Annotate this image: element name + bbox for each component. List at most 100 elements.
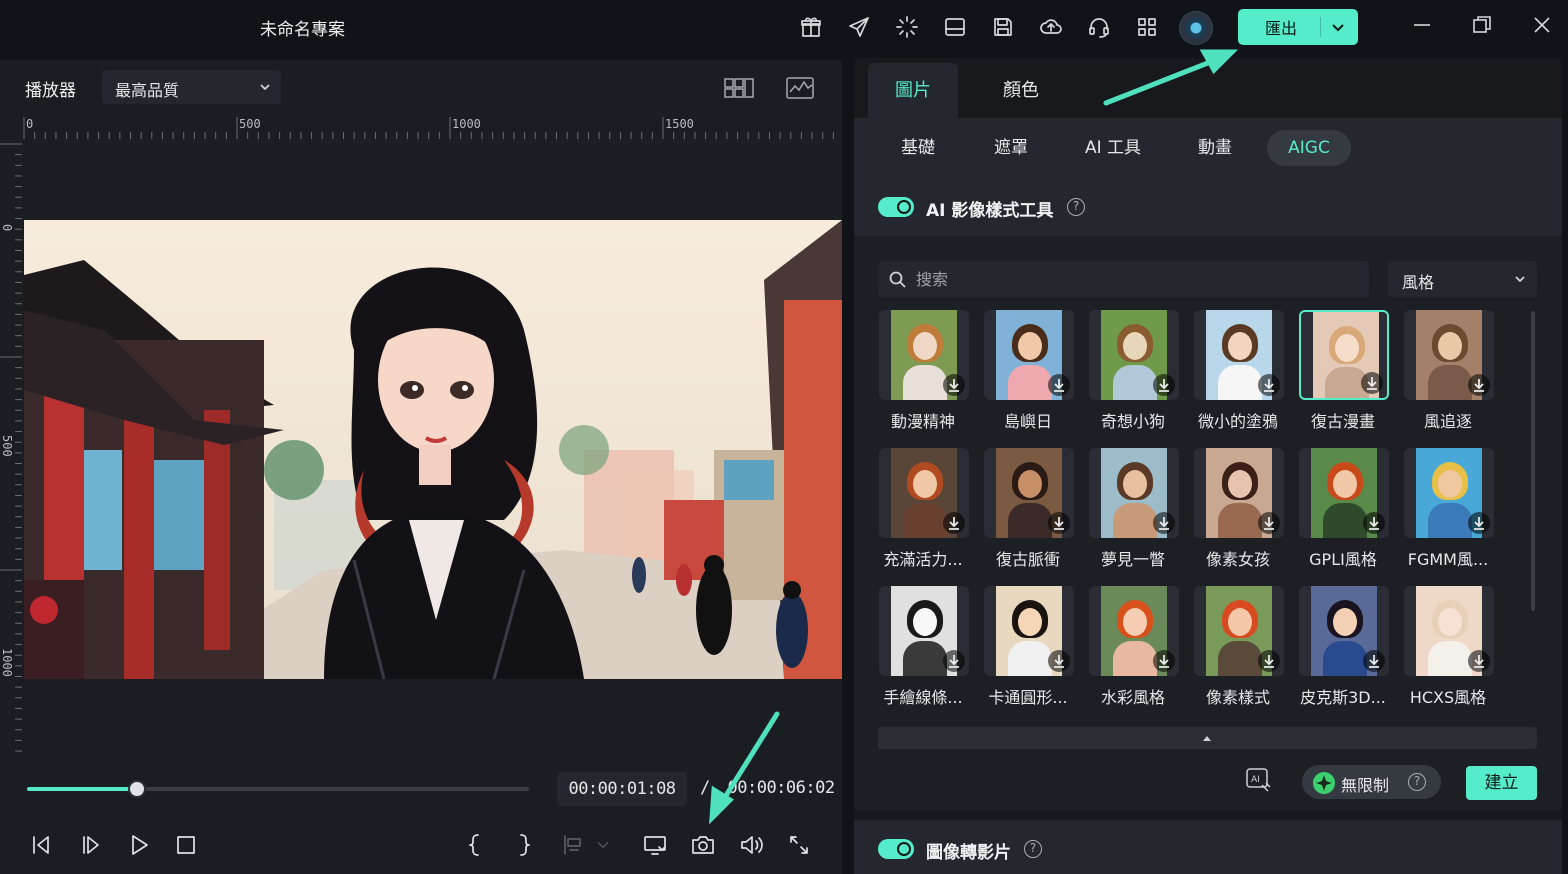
download-icon[interactable] bbox=[1361, 372, 1383, 394]
apps-grid-icon[interactable] bbox=[1134, 14, 1160, 40]
style-thumbnail bbox=[1404, 310, 1494, 400]
style-card[interactable]: 動漫精神 bbox=[878, 310, 983, 434]
current-time[interactable]: 00:00:01:08 bbox=[557, 772, 687, 806]
style-filter-select[interactable]: 風格 bbox=[1388, 261, 1537, 297]
play-icon[interactable] bbox=[124, 830, 154, 860]
display-settings-icon[interactable] bbox=[640, 830, 670, 860]
subtab-mask[interactable]: 遮罩 bbox=[985, 130, 1037, 166]
help-icon[interactable]: ? bbox=[1067, 198, 1085, 216]
quality-select[interactable]: 最高品質 bbox=[102, 70, 281, 104]
style-card[interactable]: 卡通圓形... bbox=[983, 586, 1088, 710]
cloud-upload-icon[interactable] bbox=[1038, 14, 1064, 40]
style-label: 像素女孩 bbox=[1205, 550, 1270, 569]
chevron-down-icon[interactable] bbox=[1329, 18, 1347, 36]
save-icon[interactable] bbox=[990, 14, 1016, 40]
download-icon[interactable] bbox=[943, 650, 965, 672]
style-thumbnail bbox=[1299, 586, 1389, 676]
style-thumbnail bbox=[1194, 310, 1284, 400]
style-card[interactable]: 像素樣式 bbox=[1193, 586, 1298, 710]
send-icon[interactable] bbox=[846, 14, 872, 40]
layout-icon[interactable] bbox=[942, 14, 968, 40]
restore-icon[interactable] bbox=[1471, 14, 1497, 40]
style-card[interactable]: 夢見一瞥 bbox=[1088, 448, 1193, 572]
minimize-icon[interactable] bbox=[1411, 14, 1437, 40]
style-card[interactable]: 水彩風格 bbox=[1088, 586, 1193, 710]
style-card[interactable]: FGMM風... bbox=[1403, 448, 1508, 572]
style-card[interactable]: 皮克斯3D... bbox=[1298, 586, 1403, 710]
download-icon[interactable] bbox=[1048, 650, 1070, 672]
download-icon[interactable] bbox=[1153, 650, 1175, 672]
image-to-video-toggle[interactable] bbox=[878, 839, 914, 859]
close-icon[interactable] bbox=[1531, 14, 1557, 40]
fullscreen-icon[interactable] bbox=[784, 830, 814, 860]
ai-label-icon[interactable]: AI bbox=[1244, 765, 1274, 795]
subtab-basic[interactable]: 基礎 bbox=[892, 130, 944, 166]
download-icon[interactable] bbox=[1468, 512, 1490, 534]
seek-bar[interactable] bbox=[27, 780, 529, 798]
mark-in-icon[interactable] bbox=[460, 830, 490, 860]
waveform-view-icon[interactable] bbox=[784, 74, 816, 102]
snapshot-camera-icon[interactable] bbox=[688, 830, 718, 860]
style-card[interactable]: 復古脈衝 bbox=[983, 448, 1088, 572]
style-card[interactable]: 像素女孩 bbox=[1193, 448, 1298, 572]
download-icon[interactable] bbox=[1258, 374, 1280, 396]
download-icon[interactable] bbox=[1468, 374, 1490, 396]
volume-icon[interactable] bbox=[736, 830, 766, 860]
style-thumbnail bbox=[879, 310, 969, 400]
headset-icon[interactable] bbox=[1086, 14, 1112, 40]
style-card[interactable]: 風追逐 bbox=[1403, 310, 1508, 434]
help-icon[interactable]: ? bbox=[1408, 773, 1426, 791]
unlimited-label: 無限制 bbox=[1341, 776, 1390, 795]
subtab-aigc[interactable]: AIGC bbox=[1267, 130, 1351, 166]
grid-view-icon[interactable] bbox=[723, 74, 755, 102]
style-grid-scrollbar[interactable] bbox=[1531, 311, 1535, 611]
download-icon[interactable] bbox=[1363, 650, 1385, 672]
next-frame-icon[interactable] bbox=[76, 830, 106, 860]
download-icon[interactable] bbox=[1153, 512, 1175, 534]
download-icon[interactable] bbox=[1258, 650, 1280, 672]
download-icon[interactable] bbox=[1153, 374, 1175, 396]
style-card[interactable]: GPLI風格 bbox=[1298, 448, 1403, 572]
style-card[interactable]: 復古漫畫 bbox=[1298, 310, 1403, 434]
unlimited-credits[interactable]: 無限制 ? bbox=[1302, 765, 1441, 799]
help-icon[interactable]: ? bbox=[1024, 840, 1042, 858]
seek-handle[interactable] bbox=[128, 780, 147, 798]
tab-image[interactable]: 圖片 bbox=[868, 63, 958, 118]
download-icon[interactable] bbox=[1363, 512, 1385, 534]
previous-frame-icon[interactable] bbox=[26, 830, 56, 860]
style-label: 充滿活力... bbox=[883, 550, 963, 569]
thumbnail-face bbox=[1335, 334, 1359, 362]
gift-icon[interactable] bbox=[798, 14, 824, 40]
style-thumbnail bbox=[1194, 586, 1284, 676]
chevron-down-icon[interactable] bbox=[593, 830, 613, 860]
download-icon[interactable] bbox=[943, 512, 965, 534]
style-card[interactable]: 微小的塗鴉 bbox=[1193, 310, 1298, 434]
style-search-input[interactable] bbox=[916, 261, 1356, 297]
tab-color[interactable]: 顏色 bbox=[976, 63, 1066, 118]
subtab-animation[interactable]: 動畫 bbox=[1189, 130, 1241, 166]
download-icon[interactable] bbox=[1468, 650, 1490, 672]
download-icon[interactable] bbox=[1048, 374, 1070, 396]
subtab-ai-tools[interactable]: AI 工具 bbox=[1076, 130, 1150, 166]
stop-icon[interactable] bbox=[171, 830, 201, 860]
style-card[interactable]: 充滿活力... bbox=[878, 448, 983, 572]
download-icon[interactable] bbox=[1258, 512, 1280, 534]
video-preview[interactable] bbox=[24, 220, 842, 679]
style-card[interactable]: HCXS風格 bbox=[1403, 586, 1508, 710]
mark-out-icon[interactable] bbox=[509, 830, 539, 860]
style-card[interactable]: 奇想小狗 bbox=[1088, 310, 1193, 434]
user-avatar[interactable] bbox=[1179, 11, 1213, 45]
insert-marker-icon[interactable] bbox=[557, 830, 587, 860]
export-button[interactable]: 匯出 bbox=[1238, 9, 1358, 45]
download-icon[interactable] bbox=[1048, 512, 1070, 534]
style-card[interactable]: 島嶼日 bbox=[983, 310, 1088, 434]
thumbnail-body bbox=[1428, 641, 1472, 676]
download-icon[interactable] bbox=[943, 374, 965, 396]
style-card[interactable]: 手繪線條... bbox=[878, 586, 983, 710]
create-button[interactable]: 建立 bbox=[1466, 766, 1537, 800]
project-title: 未命名專案 bbox=[260, 20, 345, 40]
ai-style-toggle[interactable] bbox=[878, 197, 914, 217]
thumbnail-face bbox=[1018, 332, 1042, 360]
loading-icon[interactable] bbox=[894, 14, 920, 40]
collapse-bar[interactable] bbox=[878, 727, 1537, 749]
